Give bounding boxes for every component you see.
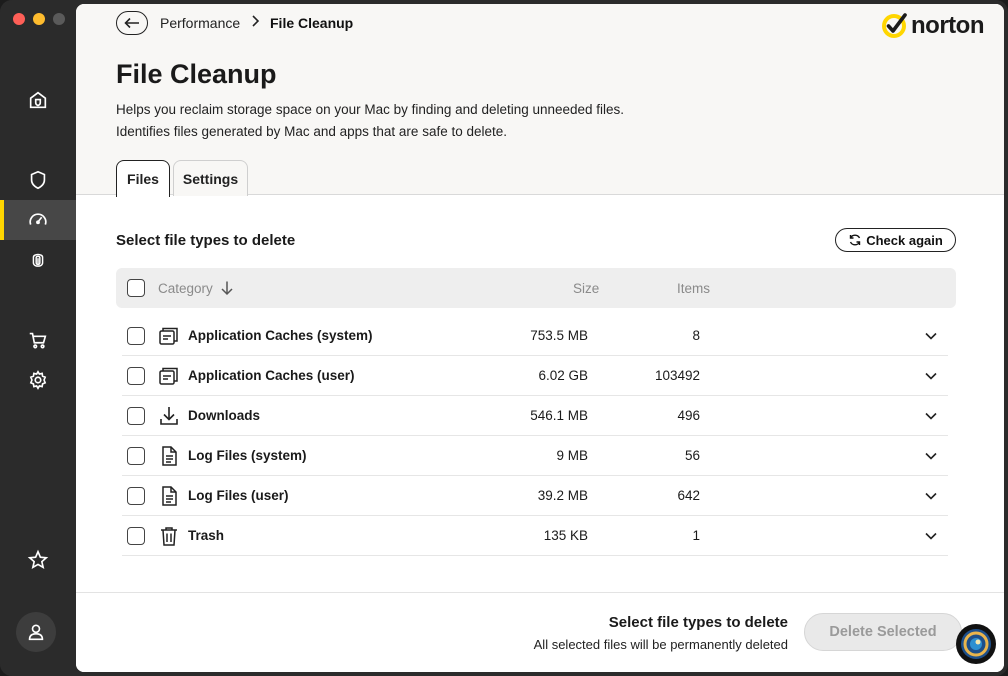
zoom-window-button[interactable]: [53, 13, 65, 25]
document-icon: [162, 486, 177, 506]
row-category: Downloads: [188, 408, 261, 423]
row-category: Application Caches (user): [188, 368, 355, 383]
sidebar: [0, 0, 76, 676]
table-header: Category Size Items: [116, 268, 956, 308]
sort-down-icon[interactable]: [220, 280, 234, 296]
column-size: Size: [573, 281, 600, 296]
account-button[interactable]: [16, 612, 56, 652]
breadcrumb-performance[interactable]: Performance: [160, 15, 240, 31]
breadcrumb-current: File Cleanup: [270, 15, 354, 31]
table-row[interactable]: Application Caches (system) 753.5 MB 8: [122, 316, 948, 356]
row-checkbox[interactable]: [127, 487, 145, 505]
back-button[interactable]: [116, 11, 148, 35]
assistant-orb-icon: [961, 629, 991, 659]
sidebar-item-home[interactable]: [0, 80, 76, 120]
assistant-orb-button[interactable]: [956, 624, 996, 664]
page-title: File Cleanup: [116, 59, 277, 89]
chevron-down-icon[interactable]: [924, 409, 938, 423]
cache-icon: [159, 327, 178, 345]
row-items: 1: [692, 528, 700, 543]
sidebar-item-settings[interactable]: [0, 360, 76, 400]
chevron-right-icon: [252, 15, 260, 27]
row-checkbox[interactable]: [127, 407, 145, 425]
shield-icon: [30, 170, 46, 190]
gear-icon: [29, 370, 47, 390]
select-all-checkbox[interactable]: [127, 279, 145, 297]
arrow-left-icon: [124, 17, 139, 29]
sidebar-item-favorites[interactable]: [0, 540, 76, 580]
cache-icon: [159, 367, 178, 385]
refresh-icon: [850, 234, 861, 246]
sidebar-item-performance[interactable]: [0, 200, 76, 240]
delete-selected-button[interactable]: Delete Selected: [804, 613, 962, 651]
user-icon: [28, 624, 44, 641]
tab-files[interactable]: Files: [116, 160, 170, 197]
row-checkbox[interactable]: [127, 327, 145, 345]
trash-icon: [161, 527, 177, 546]
row-items: 642: [677, 488, 700, 503]
app-window: Performance File Cleanup norton File Cle…: [0, 0, 1008, 676]
row-size: 546.1 MB: [530, 408, 588, 423]
minimize-window-button[interactable]: [33, 13, 45, 25]
row-category: Trash: [188, 528, 225, 543]
row-category: Log Files (system): [188, 448, 307, 463]
table-row[interactable]: Application Caches (user) 6.02 GB 103492: [122, 356, 948, 396]
action-footer: Select file types to delete All selected…: [76, 592, 1004, 672]
document-icon: [162, 446, 177, 466]
row-items: 56: [684, 448, 700, 463]
row-category: Log Files (user): [188, 488, 289, 503]
table-row[interactable]: Trash 135 KB 1: [122, 516, 948, 556]
row-items: 103492: [654, 368, 700, 383]
section-title: Select file types to delete: [116, 232, 296, 249]
table-row[interactable]: Downloads 546.1 MB 496: [122, 396, 948, 436]
row-items: 8: [692, 328, 700, 343]
star-icon: [27, 549, 49, 569]
page-description: Helps you reclaim storage space on your …: [116, 99, 624, 143]
chevron-down-icon[interactable]: [924, 529, 938, 543]
chevron-down-icon[interactable]: [924, 489, 938, 503]
norton-logo: norton: [881, 12, 984, 40]
fingerprint-icon: [32, 253, 44, 267]
speedometer-icon: [29, 213, 47, 225]
row-size: 6.02 GB: [538, 368, 588, 383]
footer-subtitle: All selected files will be permanently d…: [533, 637, 788, 652]
row-size: 753.5 MB: [530, 328, 588, 343]
cart-icon: [29, 332, 47, 349]
page-header: Performance File Cleanup norton File Cle…: [76, 4, 1004, 197]
row-category: Application Caches (system): [188, 328, 373, 343]
chevron-down-icon[interactable]: [924, 449, 938, 463]
window-controls: [13, 13, 65, 25]
main-panel: Performance File Cleanup norton File Cle…: [76, 4, 1004, 672]
chevron-down-icon[interactable]: [924, 369, 938, 383]
sidebar-item-store[interactable]: [0, 320, 76, 360]
check-again-label: Check again: [866, 232, 943, 248]
home-shield-icon: [29, 91, 47, 109]
table-row[interactable]: Log Files (user) 39.2 MB 642: [122, 476, 948, 516]
row-checkbox[interactable]: [127, 447, 145, 465]
row-checkbox[interactable]: [127, 527, 145, 545]
sidebar-item-privacy[interactable]: [0, 240, 76, 280]
norton-check-icon: [882, 13, 907, 38]
description-line-2: Identifies files generated by Mac and ap…: [116, 124, 507, 139]
close-window-button[interactable]: [13, 13, 25, 25]
row-size: 9 MB: [556, 448, 588, 463]
column-items: Items: [677, 281, 711, 296]
row-size: 39.2 MB: [537, 488, 588, 503]
column-category[interactable]: Category: [158, 281, 213, 296]
chevron-down-icon[interactable]: [924, 329, 938, 343]
brand-name: norton: [911, 12, 984, 39]
table-row[interactable]: Log Files (system) 9 MB 56: [122, 436, 948, 476]
row-items: 496: [677, 408, 700, 423]
tab-settings[interactable]: Settings: [173, 160, 248, 196]
row-checkbox[interactable]: [127, 367, 145, 385]
check-again-button[interactable]: Check again: [835, 228, 956, 252]
sidebar-item-security[interactable]: [0, 160, 76, 200]
download-icon: [160, 407, 178, 425]
row-size: 135 KB: [543, 528, 588, 543]
description-line-1: Helps you reclaim storage space on your …: [116, 102, 625, 117]
footer-title: Select file types to delete: [608, 614, 788, 631]
